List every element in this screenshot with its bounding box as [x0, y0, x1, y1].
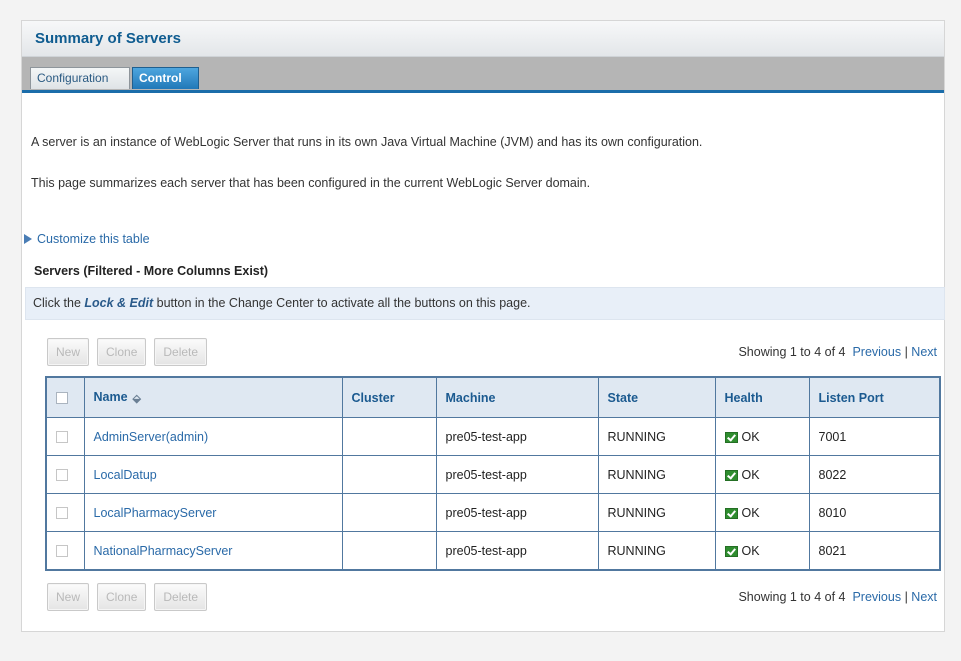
- description-text-2: This page summarizes each server that ha…: [31, 176, 591, 190]
- column-header-cluster[interactable]: Cluster: [341, 376, 437, 418]
- server-name-link[interactable]: LocalDatup: [83, 455, 343, 494]
- pager-next-link[interactable]: Next: [911, 590, 937, 604]
- cluster-cell: [341, 417, 437, 456]
- check-icon: [724, 507, 738, 519]
- change-center-notice: Click the Lock & Edit button in the Chan…: [25, 287, 945, 320]
- row-checkbox[interactable]: [56, 545, 68, 558]
- state-cell: RUNNING: [597, 417, 716, 456]
- server-name-link[interactable]: AdminServer(admin): [83, 417, 343, 456]
- listen-port-cell: 8022: [808, 455, 941, 494]
- column-header-name[interactable]: Name ⬙: [83, 376, 343, 418]
- machine-cell: pre05-test-app: [435, 531, 599, 571]
- column-name-label: Name: [93, 390, 128, 405]
- table-title: Servers (Filtered - More Columns Exist): [34, 264, 269, 278]
- table-row: LocalDatup pre05-test-app RUNNING OK 802…: [45, 455, 941, 494]
- sort-ascending-icon: ⬙: [132, 392, 142, 405]
- pager-previous-link[interactable]: Previous: [852, 590, 901, 604]
- cluster-cell: [341, 531, 437, 571]
- cluster-cell: [341, 493, 437, 532]
- panel-header: Summary of Servers: [22, 21, 944, 57]
- row-select-cell: [45, 493, 85, 532]
- table-row: LocalPharmacyServer pre05-test-app RUNNI…: [45, 493, 941, 532]
- table-row: NationalPharmacyServer pre05-test-app RU…: [45, 531, 941, 571]
- server-name-link[interactable]: LocalPharmacyServer: [83, 493, 343, 532]
- customize-label: Customize this table: [37, 232, 150, 246]
- state-cell: RUNNING: [597, 493, 716, 532]
- tab-configuration[interactable]: Configuration: [30, 67, 130, 89]
- listen-port-cell: 8021: [808, 531, 941, 571]
- row-select-cell: [45, 531, 85, 571]
- health-cell: OK: [714, 417, 810, 456]
- row-select-cell: [45, 417, 85, 456]
- column-header-health[interactable]: Health: [714, 376, 810, 418]
- clone-button[interactable]: Clone: [97, 583, 147, 611]
- row-checkbox[interactable]: [56, 431, 68, 444]
- check-icon: [724, 545, 738, 557]
- select-all-checkbox[interactable]: [56, 392, 68, 405]
- table-row: AdminServer(admin) pre05-test-app RUNNIN…: [45, 417, 941, 456]
- bottom-button-row: New Clone Delete: [47, 583, 208, 613]
- delete-button[interactable]: Delete: [154, 583, 208, 611]
- row-checkbox[interactable]: [56, 507, 68, 520]
- column-header-state[interactable]: State: [597, 376, 716, 418]
- top-button-row: New Clone Delete: [47, 338, 208, 368]
- column-header-machine[interactable]: Machine: [435, 376, 599, 418]
- pager-previous-link[interactable]: Previous: [852, 345, 901, 359]
- health-label: OK: [741, 467, 760, 482]
- health-cell: OK: [714, 493, 810, 532]
- select-all-cell: [45, 376, 85, 418]
- tab-control[interactable]: Control: [132, 67, 199, 89]
- page-title: Summary of Servers: [35, 30, 181, 47]
- row-select-cell: [45, 455, 85, 494]
- health-cell: OK: [714, 455, 810, 494]
- pager-showing: Showing 1 to 4 of 4: [738, 345, 846, 359]
- machine-cell: pre05-test-app: [435, 493, 599, 532]
- description-text-1: A server is an instance of WebLogic Serv…: [31, 135, 703, 149]
- check-icon: [724, 469, 738, 481]
- notice-lock-edit: Lock & Edit: [84, 296, 154, 310]
- customize-table-link[interactable]: Customize this table: [24, 232, 150, 246]
- pager-bottom: Showing 1 to 4 of 4 Previous | Next: [738, 590, 937, 604]
- expand-triangle-icon: [24, 234, 32, 244]
- health-cell: OK: [714, 531, 810, 571]
- cluster-cell: [341, 455, 437, 494]
- servers-table: Name ⬙ Cluster Machine State Health Liste…: [45, 376, 941, 571]
- listen-port-cell: 7001: [808, 417, 941, 456]
- pager-separator: |: [904, 345, 908, 359]
- health-label: OK: [741, 505, 760, 520]
- listen-port-cell: 8010: [808, 493, 941, 532]
- health-label: OK: [741, 429, 760, 444]
- machine-cell: pre05-test-app: [435, 417, 599, 456]
- new-button[interactable]: New: [47, 338, 90, 366]
- pager-showing: Showing 1 to 4 of 4: [738, 590, 846, 604]
- server-name-link[interactable]: NationalPharmacyServer: [83, 531, 343, 571]
- tab-bar: Configuration Control: [22, 57, 944, 93]
- table-header-row: Name ⬙ Cluster Machine State Health Liste…: [45, 376, 941, 418]
- pager-separator: |: [904, 590, 908, 604]
- check-icon: [724, 431, 738, 443]
- new-button[interactable]: New: [47, 583, 90, 611]
- clone-button[interactable]: Clone: [97, 338, 147, 366]
- pager-top: Showing 1 to 4 of 4 Previous | Next: [738, 345, 937, 359]
- tab-underline: [22, 90, 944, 93]
- pager-next-link[interactable]: Next: [911, 345, 937, 359]
- machine-cell: pre05-test-app: [435, 455, 599, 494]
- notice-prefix: Click the: [33, 296, 85, 310]
- delete-button[interactable]: Delete: [154, 338, 208, 366]
- row-checkbox[interactable]: [56, 469, 68, 482]
- state-cell: RUNNING: [597, 531, 716, 571]
- health-label: OK: [741, 543, 760, 558]
- notice-suffix: button in the Change Center to activate …: [153, 296, 531, 310]
- column-header-listen-port[interactable]: Listen Port: [808, 376, 941, 418]
- state-cell: RUNNING: [597, 455, 716, 494]
